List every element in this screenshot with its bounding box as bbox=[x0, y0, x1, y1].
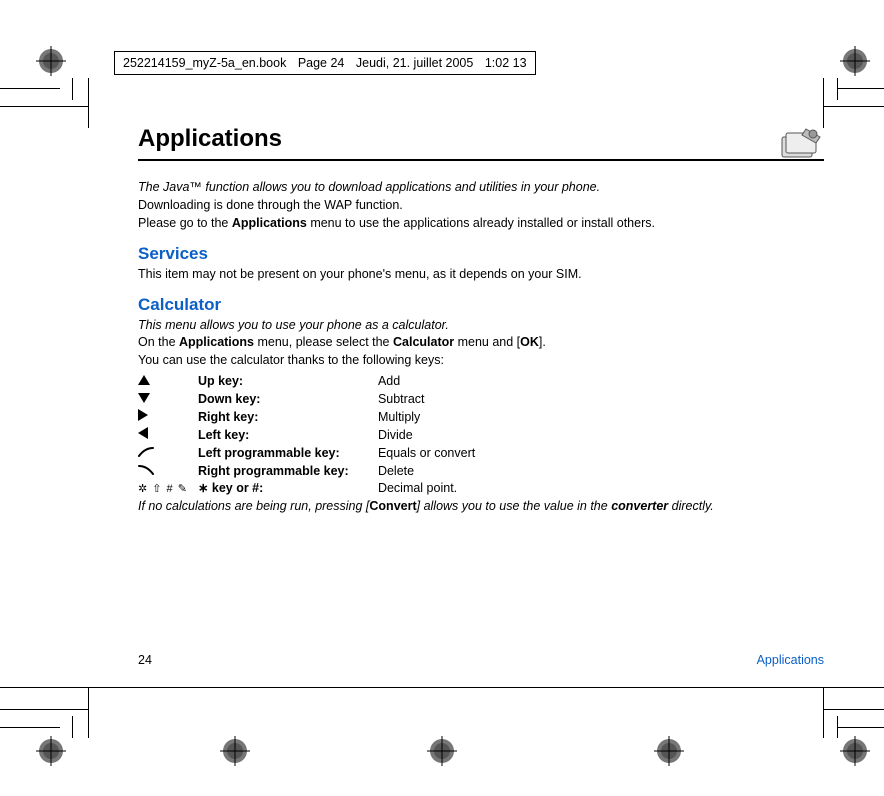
key-label: ∗ key or #: bbox=[198, 480, 378, 498]
up-key-icon bbox=[138, 373, 198, 391]
services-body: This item may not be present on your pho… bbox=[138, 266, 824, 283]
starhash-key-icon: ✲ ⇧ # ✎ bbox=[138, 480, 198, 498]
registration-mark-icon bbox=[36, 736, 66, 766]
key-label: Up key: bbox=[198, 373, 378, 391]
key-desc: Multiply bbox=[378, 409, 485, 427]
key-desc: Delete bbox=[378, 463, 485, 481]
key-desc: Divide bbox=[378, 427, 485, 445]
key-desc: Equals or convert bbox=[378, 445, 485, 463]
footer-section-name: Applications bbox=[757, 653, 824, 667]
key-row: Left key:Divide bbox=[138, 427, 485, 445]
registration-mark-icon bbox=[220, 736, 250, 766]
key-label: Left programmable key: bbox=[198, 445, 378, 463]
calculator-body: This menu allows you to use your phone a… bbox=[138, 317, 824, 516]
title-underline bbox=[138, 159, 824, 161]
softleft-key-icon bbox=[138, 445, 198, 463]
softright-key-icon bbox=[138, 463, 198, 481]
down-key-icon bbox=[138, 391, 198, 409]
key-label: Right key: bbox=[198, 409, 378, 427]
key-row: Right key:Multiply bbox=[138, 409, 485, 427]
key-desc: Decimal point. bbox=[378, 480, 485, 498]
intro-block: The Java™ function allows you to downloa… bbox=[138, 179, 824, 232]
intro-line2: Downloading is done through the WAP func… bbox=[138, 197, 824, 214]
calculator-footnote: If no calculations are being run, pressi… bbox=[138, 498, 824, 515]
header-filename: 252214159_myZ-5a_en.book bbox=[123, 56, 286, 70]
right-key-icon bbox=[138, 409, 198, 427]
header-time: 1:02 13 bbox=[485, 56, 527, 70]
left-key-icon bbox=[138, 427, 198, 445]
key-row: Right programmable key:Delete bbox=[138, 463, 485, 481]
header-page: Page 24 bbox=[298, 56, 345, 70]
intro-line1: The Java™ function allows you to downloa… bbox=[138, 179, 824, 196]
key-desc: Subtract bbox=[378, 391, 485, 409]
key-desc: Add bbox=[378, 373, 485, 391]
registration-mark-icon bbox=[840, 736, 870, 766]
header-meta: 252214159_myZ-5a_en.book Page 24 Jeudi, … bbox=[114, 51, 536, 75]
calculator-heading: Calculator bbox=[138, 295, 824, 315]
key-row: ✲ ⇧ # ✎∗ key or #:Decimal point. bbox=[138, 480, 485, 498]
applications-icon bbox=[776, 125, 824, 168]
key-label: Down key: bbox=[198, 391, 378, 409]
page-title: Applications bbox=[138, 125, 282, 153]
registration-mark-icon bbox=[427, 736, 457, 766]
registration-mark-icon bbox=[36, 46, 66, 76]
header-date: Jeudi, 21. juillet 2005 bbox=[356, 56, 473, 70]
footer-page-number: 24 bbox=[138, 653, 152, 667]
key-label: Right programmable key: bbox=[198, 463, 378, 481]
intro-line3: Please go to the Applications menu to us… bbox=[138, 215, 824, 232]
services-heading: Services bbox=[138, 244, 824, 264]
registration-mark-icon bbox=[654, 736, 684, 766]
calculator-keys-table: Up key:AddDown key:SubtractRight key:Mul… bbox=[138, 373, 485, 498]
key-row: Up key:Add bbox=[138, 373, 485, 391]
key-row: Down key:Subtract bbox=[138, 391, 485, 409]
key-label: Left key: bbox=[198, 427, 378, 445]
key-row: Left programmable key:Equals or convert bbox=[138, 445, 485, 463]
